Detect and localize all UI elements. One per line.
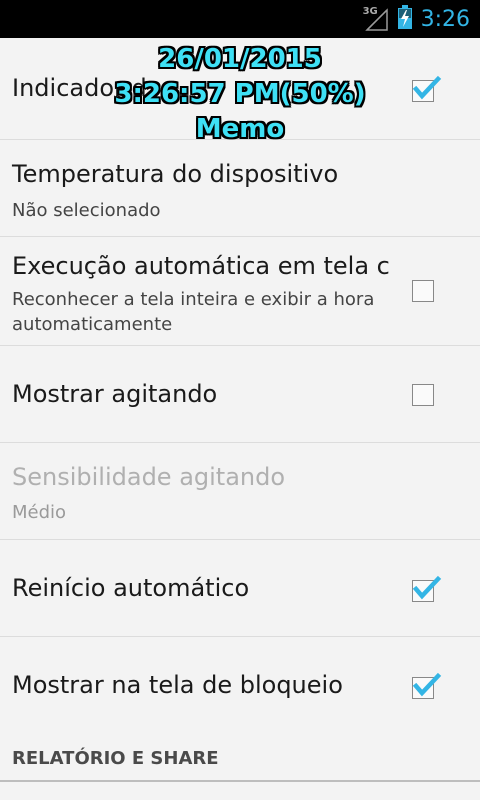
show-lockscreen-checkbox[interactable] [412, 672, 442, 699]
setting-summary: Não selecionado [12, 200, 161, 221]
auto-restart-checkbox[interactable] [412, 575, 442, 602]
floating-clock-overlay: 26/01/2015 3:26:57 PM(50%) Memo [100, 42, 380, 147]
setting-show-lockscreen[interactable]: Mostrar na tela de bloqueio [0, 637, 480, 734]
battery-charging-icon [397, 4, 413, 34]
overlay-date: 26/01/2015 [158, 44, 322, 74]
section-header-report-share: RELATÓRIO E SHARE [12, 748, 219, 769]
show-shaking-checkbox[interactable] [412, 384, 434, 406]
status-bar: 3G 3:26 [0, 0, 480, 38]
setting-auto-execution[interactable]: Execução automática em tela c Reconhecer… [0, 237, 480, 346]
setting-temperature[interactable]: Temperatura do dispositivo Não seleciona… [0, 140, 480, 237]
network-type-label: 3G [362, 6, 378, 17]
setting-summary: Médio [12, 502, 67, 523]
setting-title: Mostrar na tela de bloqueio [12, 671, 343, 699]
setting-show-shaking[interactable]: Mostrar agitando [0, 346, 480, 443]
setting-title: Reinício automático [12, 574, 250, 602]
setting-auto-restart[interactable]: Reinício automático [0, 540, 480, 637]
setting-title: Mostrar agitando [12, 380, 218, 408]
status-clock: 3:26 [420, 6, 470, 32]
setting-title: Execução automática em tela c [12, 252, 390, 280]
overlay-time-battery: 3:26:57 PM(50%) [114, 79, 366, 109]
auto-execution-checkbox[interactable] [412, 280, 434, 302]
overlay-memo: Memo [195, 114, 285, 144]
setting-title: Temperatura do dispositivo [12, 160, 339, 188]
indicator-checkbox[interactable] [412, 75, 442, 102]
signal-icon: 3G [363, 6, 389, 32]
setting-summary: Reconhecer a tela inteira e exibir a hor… [12, 289, 375, 335]
section-divider [0, 780, 480, 782]
setting-title: Sensibilidade agitando [12, 463, 286, 491]
setting-shake-sensitivity: Sensibilidade agitando Médio [0, 443, 480, 540]
